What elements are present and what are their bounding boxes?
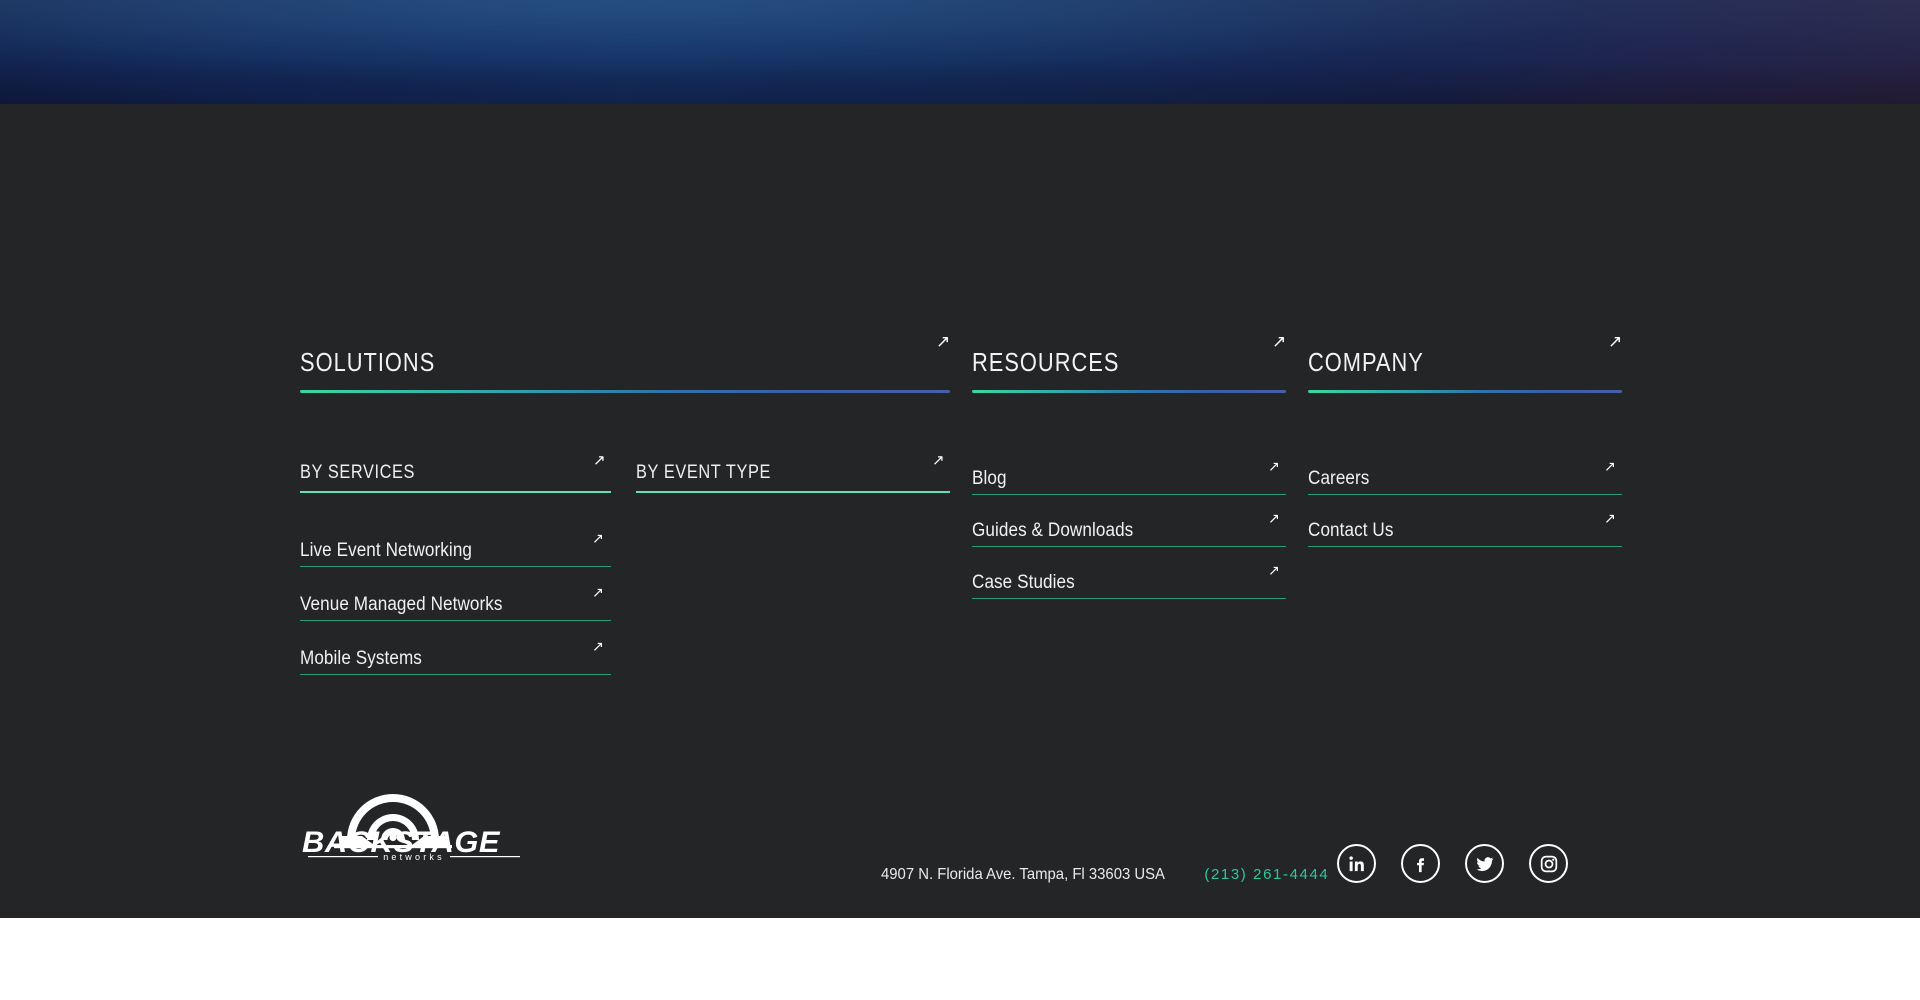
- footer-group-resources-rule: [972, 390, 1286, 393]
- footer-link-case-studies[interactable]: Case Studies ↗: [972, 564, 1286, 600]
- arrow-up-right-icon: ↗: [592, 639, 604, 655]
- footer-contact-block: 4907 N. Florida Ave. Tampa, Fl 33603 USA…: [881, 866, 1329, 884]
- arrow-up-right-icon: ↗: [1272, 332, 1287, 352]
- footer-link-venue-managed-networks[interactable]: Venue Managed Networks ↗: [300, 586, 611, 622]
- footer-link-label: Guides & Downloads: [972, 520, 1134, 541]
- social-link-twitter[interactable]: [1465, 844, 1504, 883]
- arrow-up-right-icon: ↗: [1604, 511, 1616, 527]
- footer-subgroup-by-services[interactable]: BY SERVICES ↗: [300, 453, 611, 494]
- footer-social-links: [1337, 844, 1568, 883]
- footer-group-solutions-rule: [300, 390, 950, 393]
- logo-subtext: networks: [383, 852, 445, 860]
- footer-link-careers[interactable]: Careers ↗: [1308, 460, 1622, 496]
- backstage-networks-logo[interactable]: BACKSTAGE networks: [300, 792, 528, 862]
- footer-group-company-label: COMPANY: [1308, 347, 1424, 377]
- footer-subgroup-by-event-type-label: BY EVENT TYPE: [636, 462, 771, 483]
- footer-group-company-rule: [1308, 390, 1622, 393]
- footer-link-label: Careers: [1308, 468, 1370, 489]
- footer-link-rule: [972, 546, 1286, 547]
- social-link-linkedin[interactable]: [1337, 844, 1376, 883]
- footer-subgroup-by-services-label: BY SERVICES: [300, 462, 416, 483]
- footer-phone-link[interactable]: (213) 261-4444: [1204, 866, 1329, 883]
- arrow-up-right-icon: ↗: [592, 585, 604, 601]
- footer-address: 4907 N. Florida Ave. Tampa, Fl 33603 USA: [881, 866, 1165, 883]
- footer-link-label: Contact Us: [1308, 520, 1394, 541]
- facebook-icon: [1416, 857, 1424, 872]
- footer-link-live-event-networking[interactable]: Live Event Networking ↗: [300, 532, 611, 568]
- banner-sheen-overlay: [0, 0, 1920, 104]
- footer-group-resources[interactable]: RESOURCES ↗: [972, 334, 1286, 393]
- footer-link-rule: [1308, 494, 1622, 495]
- footer-link-contact-us[interactable]: Contact Us ↗: [1308, 512, 1622, 548]
- arrow-up-right-icon: ↗: [936, 332, 951, 352]
- footer-group-solutions[interactable]: SOLUTIONS ↗: [300, 334, 950, 393]
- footer-content: SOLUTIONS ↗ RESOURCES ↗ COMPANY ↗ BY SER…: [0, 104, 1920, 918]
- twitter-icon: [1476, 856, 1493, 871]
- footer-link-mobile-systems[interactable]: Mobile Systems ↗: [300, 640, 611, 676]
- site-footer: SOLUTIONS ↗ RESOURCES ↗ COMPANY ↗ BY SER…: [0, 104, 1920, 918]
- social-link-facebook[interactable]: [1401, 844, 1440, 883]
- footer-link-rule: [300, 620, 611, 621]
- footer-group-solutions-label: SOLUTIONS: [300, 347, 436, 377]
- footer-subgroup-by-services-rule: [300, 491, 611, 493]
- arrow-up-right-icon: ↗: [1268, 459, 1280, 475]
- arrow-up-right-icon: ↗: [593, 451, 606, 469]
- footer-link-label: Case Studies: [972, 572, 1075, 593]
- footer-link-label: Venue Managed Networks: [300, 594, 503, 615]
- arrow-up-right-icon: ↗: [1608, 332, 1623, 352]
- linkedin-icon: [1348, 855, 1364, 871]
- footer-subgroup-by-event-type[interactable]: BY EVENT TYPE ↗: [636, 453, 950, 494]
- social-link-instagram[interactable]: [1529, 844, 1568, 883]
- footer-link-rule: [1308, 546, 1622, 547]
- arrow-up-right-icon: ↗: [1604, 459, 1616, 475]
- footer-link-rule: [300, 566, 611, 567]
- footer-link-rule: [300, 674, 611, 675]
- footer-link-rule: [972, 494, 1286, 495]
- footer-link-label: Mobile Systems: [300, 648, 422, 669]
- logo-graphic: BACKSTAGE networks: [302, 794, 520, 862]
- footer-link-rule: [972, 598, 1286, 599]
- footer-subgroup-by-event-type-rule: [636, 491, 950, 493]
- arrow-up-right-icon: ↗: [932, 451, 945, 469]
- footer-group-company[interactable]: COMPANY ↗: [1308, 334, 1622, 393]
- footer-link-blog[interactable]: Blog ↗: [972, 460, 1286, 496]
- instagram-icon: [1540, 855, 1557, 872]
- arrow-up-right-icon: ↗: [1268, 563, 1280, 579]
- footer-link-label: Live Event Networking: [300, 540, 473, 561]
- arrow-up-right-icon: ↗: [1268, 511, 1280, 527]
- footer-link-label: Blog: [972, 468, 1007, 489]
- arrow-up-right-icon: ↗: [592, 531, 604, 547]
- hero-gradient-banner: [0, 0, 1920, 104]
- footer-link-guides-downloads[interactable]: Guides & Downloads ↗: [972, 512, 1286, 548]
- footer-group-resources-label: RESOURCES: [972, 347, 1120, 377]
